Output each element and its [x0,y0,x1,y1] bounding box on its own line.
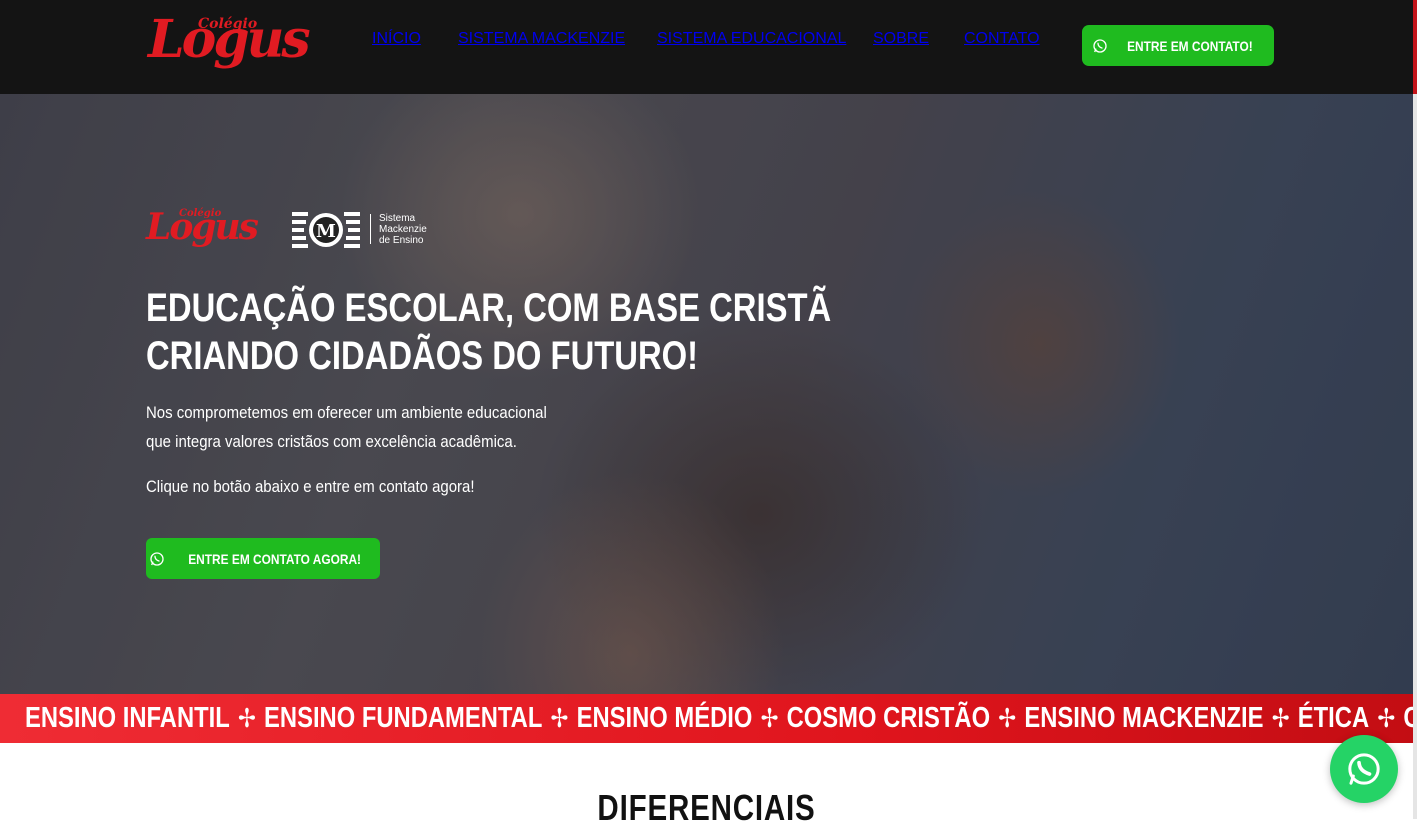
marquee-banner: ENSINO INFANTIL ✢ ENSINO FUNDAMENTAL ✢ E… [0,694,1413,743]
hero-logo-subtitle: Colégio [179,208,222,219]
header-contact-button-label: ENTRE EM CONTATO! [1127,37,1253,54]
hero-paragraph-line-2: que integra valores cristãos com excelên… [146,432,517,451]
svg-text:M: M [316,221,336,242]
marquee-item: COMPROMISSO [1403,702,1413,735]
marquee-item: COSMO CRISTÃO [786,702,991,734]
header-accent [1413,0,1417,94]
section-title: DIFERENCIAIS [597,787,816,828]
hero-call-to-action-text: Clique no botão abaixo e entre em contat… [146,477,475,496]
cross-icon: ✢ [760,703,779,733]
nav-item-contato[interactable]: CONTATO [964,30,1040,48]
mackenzie-line-3: de Ensino [379,234,424,246]
marquee-item: ENSINO FUNDAMENTAL [264,702,543,734]
hero-contact-button[interactable]: ENTRE EM CONTATO AGORA! [146,538,380,579]
whatsapp-icon [1348,753,1380,785]
nav-item-sistema-educacional[interactable]: SISTEMA EDUCACIONAL [657,30,846,48]
marquee-item: ÉTICA [1297,702,1370,734]
nav-item-sistema-mackenzie[interactable]: SISTEMA MACKENZIE [458,30,625,48]
nav-item-inicio[interactable]: INÍCIO [372,30,421,48]
marquee-item: ENSINO INFANTIL [25,702,230,734]
header-contact-button[interactable]: ENTRE EM CONTATO! [1082,25,1274,66]
hero-title-line-1: EDUCAÇÃO ESCOLAR, COM BASE CRISTÃ [146,286,832,330]
marquee-item: ENSINO MACKENZIE [1024,702,1264,734]
hero-title-line-2: CRIANDO CIDADÃOS DO FUTURO! [146,334,699,378]
site-header: Logus Colégio INÍCIO SISTEMA MACKENZIE S… [0,0,1417,94]
cross-icon: ✢ [550,703,569,733]
hero-photo-overlay [0,94,1413,694]
site-logo[interactable]: Logus Colégio [148,6,313,86]
whatsapp-icon [150,551,165,566]
hero-banner: Logus Colégio M Sistema Mackenzie de Ens… [0,94,1413,694]
marquee-item: ENSINO MÉDIO [576,702,753,734]
mackenzie-line-2: Mackenzie [379,223,427,235]
nav-item-sobre[interactable]: SOBRE [873,30,929,48]
whatsapp-icon [1093,38,1107,53]
mackenzie-logo-text: Sistema Mackenzie de Ensino [379,213,427,246]
mackenzie-line-1: Sistema [379,212,416,224]
marquee-row: ENSINO INFANTIL ✢ ENSINO FUNDAMENTAL ✢ E… [25,702,1413,735]
cross-icon: ✢ [1271,703,1290,733]
logo-subtitle: Colégio [198,16,258,32]
mackenzie-logo: M Sistema Mackenzie de Ensino [292,208,442,250]
page-scrollbar-track[interactable] [1413,94,1417,819]
hero-title: EDUCAÇÃO ESCOLAR, COM BASE CRISTÃ CRIAND… [146,284,831,380]
hero-paragraph-line-1: Nos comprometemos em oferecer um ambient… [146,403,547,422]
floating-whatsapp-button[interactable] [1330,735,1398,803]
cross-icon: ✢ [998,703,1017,733]
cross-icon: ✢ [1377,703,1396,733]
cross-icon: ✢ [237,703,256,733]
hero-contact-button-label: ENTRE EM CONTATO AGORA! [188,550,362,567]
hero-logo: Logus Colégio [146,204,259,264]
mackenzie-emblem-icon: M [292,212,360,248]
mackenzie-logo-divider [370,214,371,244]
